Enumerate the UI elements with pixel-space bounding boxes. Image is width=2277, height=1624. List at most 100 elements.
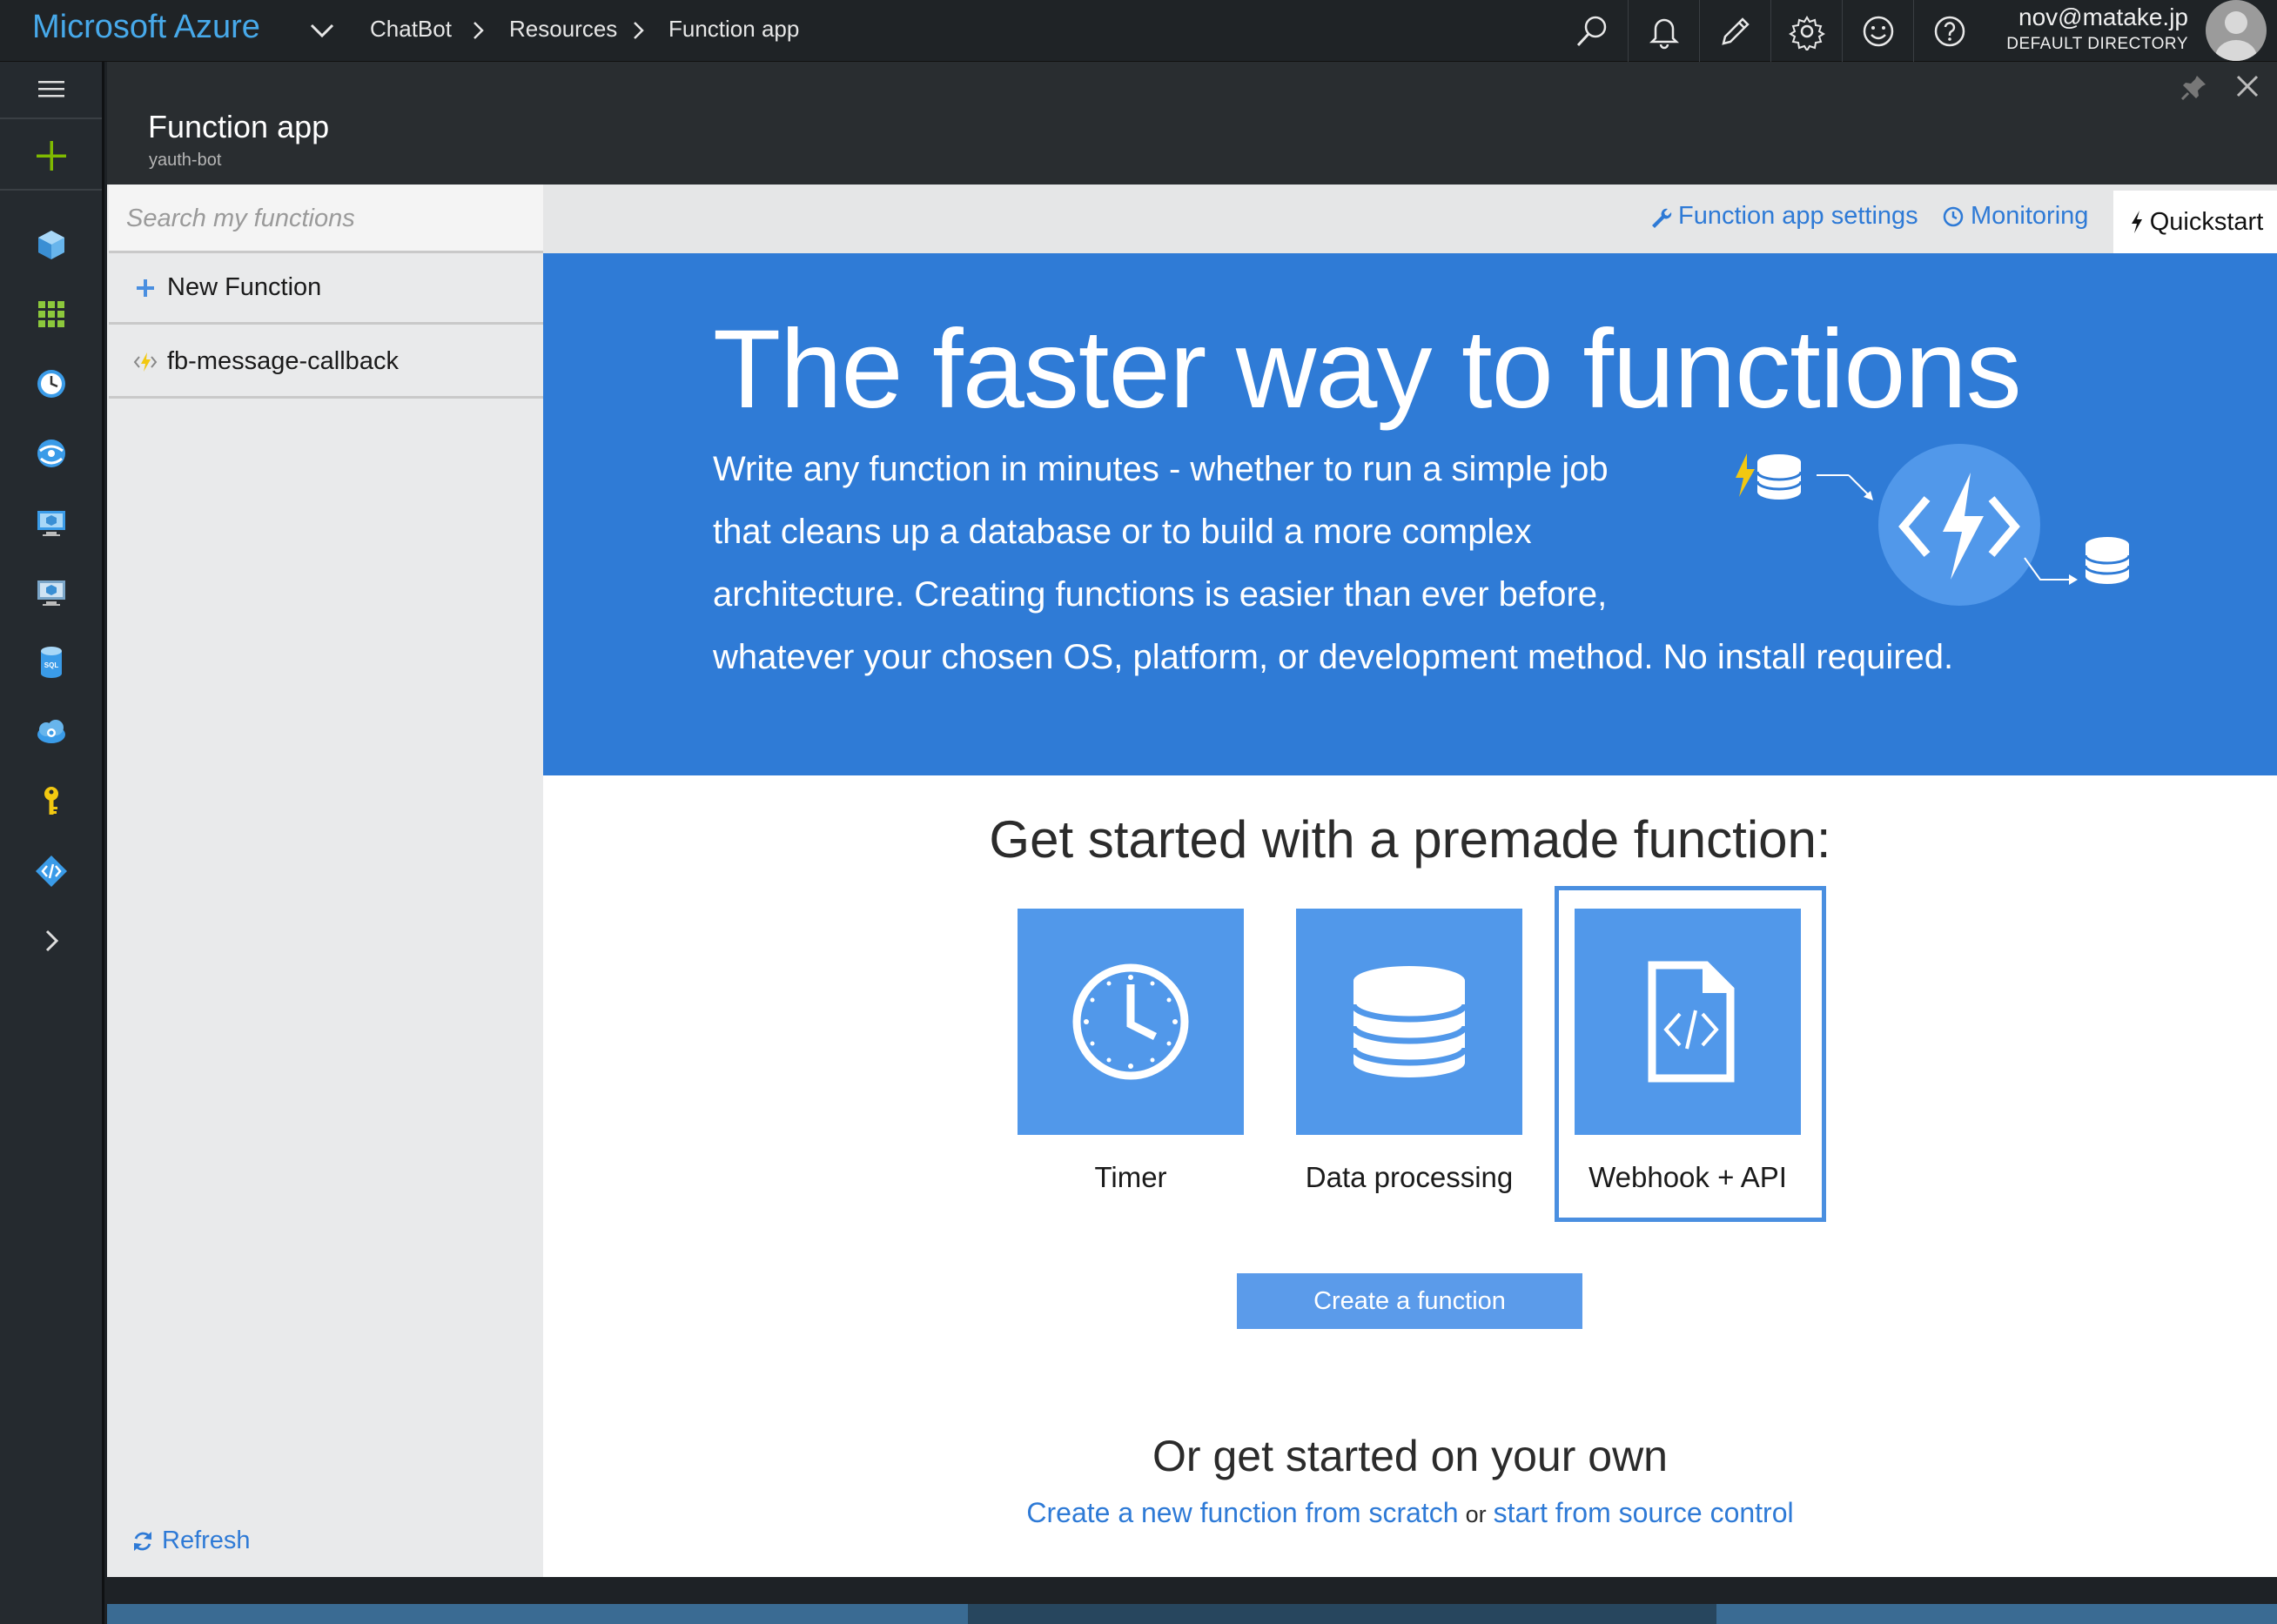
- svg-text:SQL: SQL: [44, 661, 58, 669]
- key-icon: [44, 787, 58, 815]
- refresh-button[interactable]: Refresh: [131, 1527, 251, 1555]
- refresh-icon: [134, 1531, 151, 1551]
- monitoring-label: Monitoring: [1971, 202, 2089, 230]
- monitoring-link[interactable]: Monitoring: [1941, 202, 2088, 231]
- pencil-icon: [1721, 17, 1750, 45]
- or-text: or: [1465, 1501, 1487, 1527]
- template-label-data-processing[interactable]: Data processing: [1279, 1161, 1540, 1194]
- menu-button[interactable]: [0, 55, 102, 124]
- nav-resource-groups[interactable]: [0, 210, 102, 279]
- nav-cloud-settings[interactable]: [0, 697, 102, 767]
- recent-clock-icon: [37, 370, 65, 398]
- bottom-strip: [107, 1604, 2277, 1624]
- all-resources-icon: [37, 301, 64, 327]
- quickstart-label: Quickstart: [2149, 207, 2264, 236]
- new-function-label: New Function: [167, 273, 322, 301]
- nav-app-services[interactable]: [0, 419, 102, 488]
- plus-icon: [137, 278, 154, 297]
- edit-button[interactable]: [1699, 0, 1770, 62]
- clock-icon: [1072, 963, 1189, 1080]
- menu-icon: [37, 81, 64, 97]
- chevron-down-icon[interactable]: [306, 17, 338, 44]
- blade-title: Function app: [148, 109, 330, 144]
- function-name: fb-message-callback: [167, 347, 399, 375]
- bolt-icon: [2131, 211, 2142, 233]
- own-links: Create a new function from scratch or star…: [543, 1497, 2277, 1529]
- notifications-button[interactable]: [1628, 0, 1699, 62]
- own-title: Or get started on your own: [1152, 1432, 1668, 1480]
- chevron-right-icon: [634, 22, 644, 39]
- template-label-webhook-api[interactable]: Webhook + API: [1557, 1161, 1818, 1194]
- create-function-button[interactable]: Create a function: [1237, 1273, 1582, 1329]
- nav-key-vaults[interactable]: [0, 767, 102, 836]
- command-bar: Function app settings Monitoring Quickst…: [543, 185, 2277, 253]
- tab-quickstart[interactable]: Quickstart: [2113, 191, 2277, 253]
- template-tile-timer[interactable]: [1018, 909, 1244, 1135]
- new-resource-button[interactable]: [0, 121, 102, 191]
- hero-line: whatever your chosen OS, platform, or de…: [713, 638, 1954, 676]
- user-directory[interactable]: DEFAULT DIRECTORY: [2006, 35, 2188, 54]
- pin-icon[interactable]: [2180, 72, 2209, 102]
- function-app-settings-link[interactable]: Function app settings: [1649, 202, 1918, 231]
- monitoring-clock-icon: [1943, 206, 1964, 226]
- gear-icon: [1788, 15, 1825, 50]
- nav-api-apps[interactable]: [0, 836, 102, 906]
- new-function-button[interactable]: New Function: [109, 253, 543, 325]
- resource-groups-icon: [37, 231, 64, 259]
- close-icon[interactable]: [2232, 70, 2263, 102]
- wrench-icon: [1652, 208, 1672, 228]
- search-button[interactable]: [1556, 0, 1628, 62]
- nav-sql-databases[interactable]: SQL: [0, 627, 102, 697]
- settings-button[interactable]: [1770, 0, 1842, 62]
- blade-header: Function app yauth-bot: [107, 62, 2277, 185]
- database-icon: [1350, 966, 1468, 1077]
- nav-divider: [0, 189, 102, 191]
- create-from-scratch-link[interactable]: Create a new function from scratch: [1026, 1497, 1458, 1528]
- user-silhouette-icon: [2215, 11, 2257, 61]
- app-services-icon: [37, 440, 65, 467]
- more-chevron-icon: [45, 929, 58, 952]
- user-email[interactable]: nov@matake.jp: [2018, 3, 2188, 31]
- function-bolt-icon: [133, 352, 158, 372]
- brand-title[interactable]: Microsoft Azure: [32, 9, 260, 46]
- chevron-right-icon: [474, 22, 484, 39]
- cloud-settings-icon: [37, 720, 65, 743]
- template-tile-data-processing[interactable]: [1296, 909, 1522, 1135]
- virtual-machines-icon: [37, 511, 65, 536]
- top-bar: Microsoft Azure ChatBot Resources Functi…: [0, 0, 2277, 62]
- premade-title: Get started with a premade function:: [989, 810, 1831, 869]
- breadcrumb-resources[interactable]: Resources: [509, 16, 617, 43]
- functions-illustration-icon: [1736, 444, 2131, 606]
- blade-subtitle: yauth-bot: [149, 151, 222, 170]
- breadcrumb-function-app[interactable]: Function app: [668, 16, 799, 43]
- search-box: [109, 185, 543, 253]
- api-app-icon: [35, 856, 67, 887]
- template-label-timer[interactable]: Timer: [1000, 1161, 1261, 1194]
- bottom-strip-segment: [968, 1604, 1716, 1624]
- nav-divider: [0, 117, 102, 119]
- search-functions-input[interactable]: [126, 200, 527, 237]
- nav-virtual-machines[interactable]: [0, 488, 102, 558]
- refresh-label: Refresh: [162, 1527, 251, 1554]
- cloud-services-icon: [37, 580, 65, 606]
- hero-banner: The faster way to functions Write any fu…: [543, 253, 2277, 775]
- nav-more-services[interactable]: [0, 906, 102, 976]
- template-tile-webhook-api[interactable]: [1575, 909, 1801, 1135]
- smiley-icon: [1863, 16, 1893, 46]
- help-button[interactable]: [1913, 0, 1985, 62]
- search-icon: [1576, 16, 1607, 46]
- breadcrumb-chatbot[interactable]: ChatBot: [370, 16, 452, 43]
- function-list-item[interactable]: fb-message-callback: [109, 327, 543, 399]
- bell-icon: [1649, 18, 1679, 49]
- new-plus-icon: [36, 141, 66, 171]
- nav-cloud-services[interactable]: [0, 558, 102, 627]
- feedback-button[interactable]: [1842, 0, 1913, 62]
- source-control-link[interactable]: start from source control: [1494, 1497, 1794, 1528]
- hero-title: The faster way to functions: [713, 307, 2022, 432]
- left-nav: SQL: [0, 62, 104, 1624]
- nav-recent[interactable]: [0, 349, 102, 419]
- functions-panel: New Function fb-message-callback Refresh: [107, 185, 543, 1577]
- avatar[interactable]: [2206, 0, 2267, 61]
- help-icon: [1934, 16, 1965, 46]
- nav-all-resources[interactable]: [0, 279, 102, 349]
